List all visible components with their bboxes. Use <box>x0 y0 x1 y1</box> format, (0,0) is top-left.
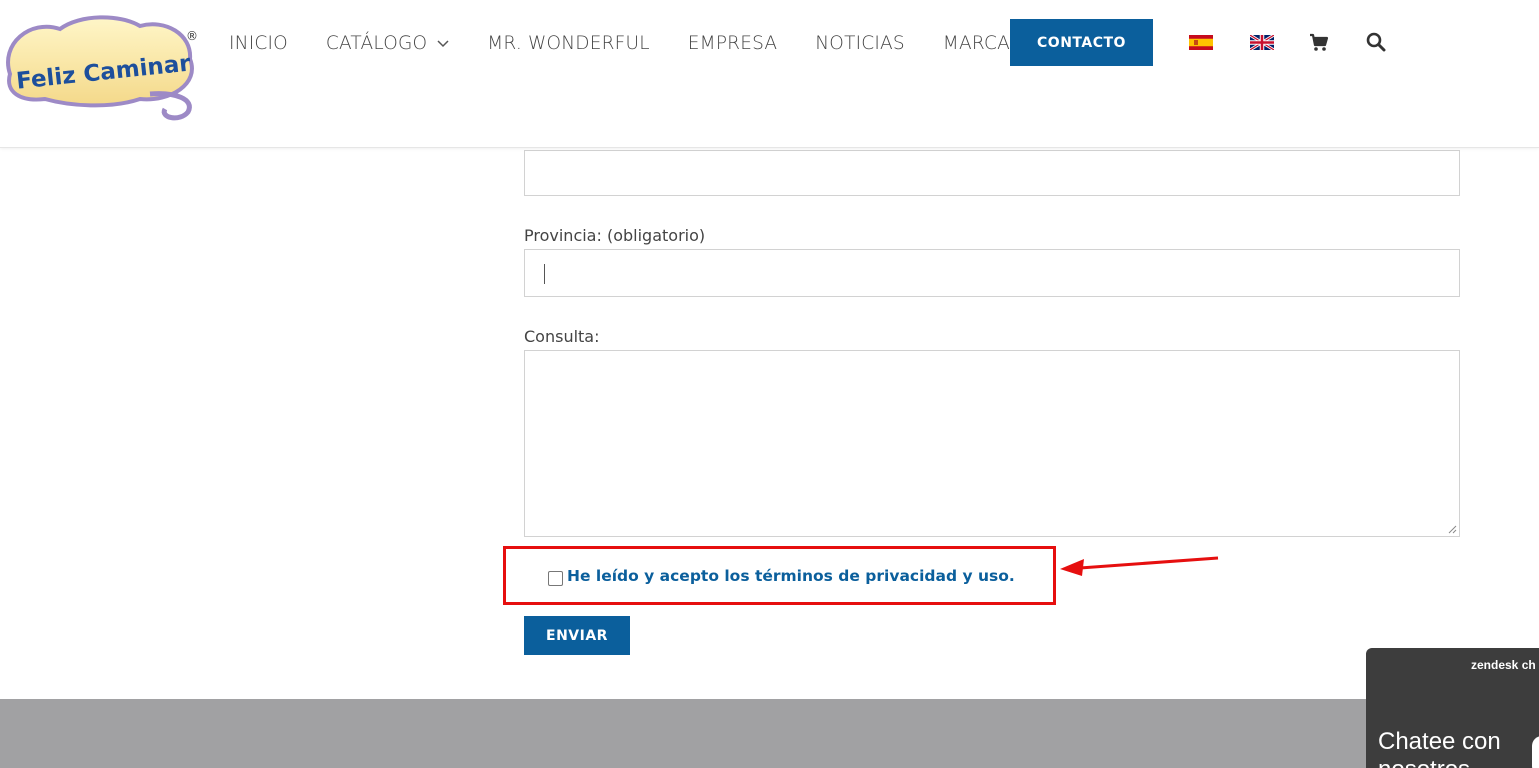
chevron-down-icon <box>437 40 449 48</box>
nav-item-empresa[interactable]: EMPRESA <box>688 33 778 54</box>
cart-icon[interactable] <box>1309 32 1329 52</box>
chat-toggle[interactable] <box>1532 736 1539 768</box>
terms-label[interactable]: He leído y acepto los términos de privac… <box>567 567 1015 585</box>
zendesk-chat-widget[interactable]: zendesk ch Chatee con nosotros <box>1366 648 1539 768</box>
consulta-textarea[interactable] <box>524 350 1460 537</box>
text-input-previous[interactable] <box>524 150 1460 196</box>
submit-button[interactable]: ENVIAR <box>524 616 630 655</box>
provincia-input[interactable] <box>524 249 1460 297</box>
chat-brand: zendesk ch <box>1471 658 1536 672</box>
flag-es-icon[interactable] <box>1189 35 1213 50</box>
provincia-label: Provincia: (obligatorio) <box>524 226 706 245</box>
nav-item-inicio[interactable]: INICIO <box>229 33 288 54</box>
terms-checkbox[interactable] <box>548 571 563 586</box>
consulta-label: Consulta: <box>524 327 600 346</box>
flag-uk-icon[interactable] <box>1250 35 1274 50</box>
nav-item-catalogo-label: CATÁLOGO <box>325 32 428 54</box>
search-icon[interactable] <box>1366 32 1386 52</box>
feliz-caminar-logo[interactable]: Feliz Caminar ® <box>0 14 200 124</box>
site-header: Feliz Caminar ® INICIO CATÁLOGO MR. WOND… <box>0 0 1539 148</box>
text-caret <box>544 264 545 284</box>
main-nav: INICIO CATÁLOGO MR. WONDERFUL EMPRESA NO… <box>229 30 1060 56</box>
resize-grip-icon[interactable] <box>1447 524 1457 534</box>
page-footer <box>0 699 1539 768</box>
chat-title-line2: nosotros <box>1378 756 1470 768</box>
nav-item-catalogo[interactable]: CATÁLOGO <box>326 33 449 54</box>
nav-item-noticias[interactable]: NOTICIAS <box>815 33 905 54</box>
svg-text:®: ® <box>186 29 198 43</box>
nav-item-mr-wonderful[interactable]: MR. WONDERFUL <box>487 33 650 54</box>
chat-title: Chatee con <box>1378 728 1501 755</box>
contact-button[interactable]: CONTACTO <box>1010 19 1153 66</box>
annotation-arrow-icon <box>1060 556 1219 576</box>
